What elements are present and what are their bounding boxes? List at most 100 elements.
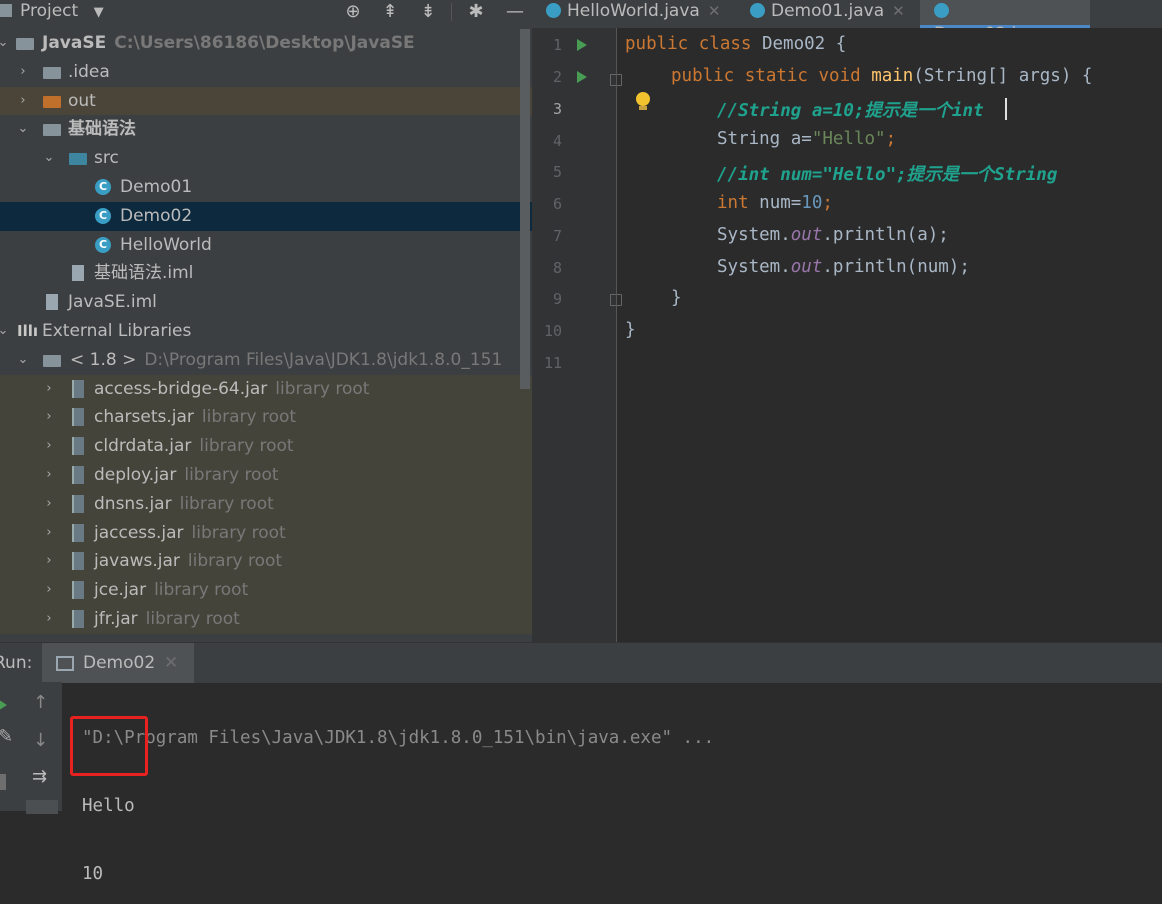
tab-demo01[interactable]: Demo01.java ✕ xyxy=(750,0,905,28)
tree-item-demo02[interactable]: C Demo02 xyxy=(0,201,532,231)
java-class-icon: C xyxy=(95,207,111,224)
tree-item-hint: library root xyxy=(275,378,370,399)
static-field: out xyxy=(790,225,823,245)
chevron-right-icon[interactable]: › xyxy=(42,605,56,634)
tree-item-jdk[interactable]: ⌄ < 1.8 > D:\Program Files\Java\JDK1.8\jd… xyxy=(0,346,532,375)
tree-item-out[interactable]: › out xyxy=(0,86,532,116)
jar-icon xyxy=(72,523,84,542)
tree-item-external-libraries[interactable]: ⌄ Illı External Libraries xyxy=(0,317,532,346)
tree-item-label: jaccess.jar xyxy=(94,522,184,543)
code-text: num= xyxy=(759,193,802,213)
tree-item-idea[interactable]: › .idea xyxy=(0,58,532,87)
tab-helloworld[interactable]: HelloWorld.java ✕ xyxy=(546,0,720,28)
close-icon[interactable]: ✕ xyxy=(708,2,721,20)
tree-item-jar[interactable]: › access-bridge-64.jar library root xyxy=(0,374,532,404)
print-icon[interactable] xyxy=(26,800,58,814)
chevron-right-icon[interactable]: › xyxy=(42,403,56,432)
tab-demo02[interactable]: Demo02.java✕ xyxy=(920,0,1090,44)
chevron-right-icon[interactable]: › xyxy=(42,490,56,519)
tab-run-demo02[interactable]: Demo02 ✕ xyxy=(42,643,194,683)
chevron-right-icon[interactable]: › xyxy=(42,576,56,605)
gear-icon[interactable]: ✱ xyxy=(464,0,488,24)
rerun-icon[interactable] xyxy=(0,698,7,712)
chevron-right-icon[interactable]: › xyxy=(16,87,30,116)
tree-item-src[interactable]: ⌄ src xyxy=(0,144,532,173)
chevron-down-icon[interactable]: ⌄ xyxy=(16,115,30,144)
tree-item-javase-iml[interactable]: JavaSE.iml xyxy=(0,288,532,317)
jar-icon xyxy=(72,408,84,427)
tree-item-label: jfr.jar xyxy=(94,608,138,629)
tree-item-label: src xyxy=(94,148,119,169)
gutter: 1 2 3 4 5 6 7 8 9 10 11 xyxy=(532,28,622,642)
code-text: System. xyxy=(717,257,791,277)
chevron-right-icon[interactable]: › xyxy=(16,58,30,87)
tab-label: Demo01.java xyxy=(771,1,885,21)
tree-item-demo01[interactable]: C Demo01 xyxy=(0,173,532,202)
code-text: (String[] args) { xyxy=(913,66,1093,86)
chevron-right-icon[interactable]: › xyxy=(42,375,56,404)
tree-item-hint: library root xyxy=(191,522,286,543)
tree-item-hint: library root xyxy=(201,407,297,428)
chevron-right-icon[interactable]: › xyxy=(42,461,56,490)
tree-item-label: cldrdata.jar xyxy=(94,436,192,457)
chevron-right-icon[interactable]: › xyxy=(42,432,56,461)
chevron-right-icon[interactable]: › xyxy=(42,547,56,576)
chevron-down-icon[interactable]: ⌄ xyxy=(42,144,56,173)
tree-item-jar[interactable]: › dnsns.jar library root xyxy=(0,489,532,519)
crosshair-icon[interactable]: ⊕ xyxy=(341,0,365,24)
jar-icon xyxy=(72,465,84,484)
project-header: Project ▼ ⊕ ⇞ ⇟ ✱ — xyxy=(0,0,532,26)
tree-item-jar[interactable]: › deploy.jar library root xyxy=(0,460,532,490)
tree-item-jar[interactable]: › charsets.jar library root xyxy=(0,403,532,433)
line-number: 1 xyxy=(552,36,562,54)
code-text: String a= xyxy=(717,129,812,149)
java-class-icon: C xyxy=(95,236,111,253)
project-view-selector[interactable]: Project ▼ xyxy=(0,0,104,26)
close-icon[interactable]: ✕ xyxy=(892,2,905,20)
tree-item-javase[interactable]: ⌄ JavaSE C:\Users\86186\Desktop\JavaSE xyxy=(0,29,532,58)
semicolon: ; xyxy=(822,193,833,213)
tree-item-jichuyufa[interactable]: ⌄ 基础语法 xyxy=(0,115,532,144)
soft-wrap-icon[interactable]: ⇉ xyxy=(32,766,47,787)
code-editor[interactable]: 1 2 3 4 5 6 7 8 9 10 11 public class Dem… xyxy=(532,28,1162,642)
close-icon[interactable]: ✕ xyxy=(164,643,178,683)
tree-item-jichuyufa-iml[interactable]: 基础语法.iml xyxy=(0,259,532,288)
jar-icon xyxy=(72,437,84,456)
console-output[interactable]: "D:\Program Files\Java\JDK1.8\jdk1.8.0_1… xyxy=(82,688,714,904)
code-line-4: String a="Hello"; xyxy=(717,129,896,149)
tree-item-helloworld[interactable]: C HelloWorld xyxy=(0,231,532,260)
chevron-down-icon[interactable]: ⌄ xyxy=(0,29,10,58)
minimize-icon[interactable]: — xyxy=(503,0,527,24)
tree-item-jar[interactable]: › jfr.jar library root xyxy=(0,604,532,634)
tree-item-jar[interactable]: › cldrdata.jar library root xyxy=(0,432,532,461)
collapse-all-icon[interactable]: ⇟ xyxy=(416,0,440,24)
tree-item-label: JavaSE.iml xyxy=(68,292,157,313)
code-line-5: //int num="Hello";提示是一个String xyxy=(717,165,1058,185)
arrow-up-icon[interactable]: ↑ xyxy=(33,692,48,713)
run-main-icon[interactable] xyxy=(577,71,587,83)
chevron-down-icon[interactable]: ⌄ xyxy=(0,317,10,346)
wrench-icon[interactable]: ✎ xyxy=(0,726,13,747)
arrow-down-icon[interactable]: ↓ xyxy=(33,730,48,751)
project-panel: Project ▼ ⊕ ⇞ ⇟ ✱ — ⌄ JavaSE C:\Users\861… xyxy=(0,0,532,642)
tree-item-hint: library root xyxy=(199,436,294,457)
java-class-icon xyxy=(750,3,765,18)
tree-item-label: charsets.jar xyxy=(94,407,194,428)
run-class-icon[interactable] xyxy=(577,39,587,51)
project-title: Project xyxy=(20,1,79,21)
lightbulb-base xyxy=(639,106,647,110)
tree-item-hint: library root xyxy=(154,580,249,601)
stop-icon[interactable] xyxy=(0,774,6,790)
jar-icon xyxy=(72,609,84,628)
lightbulb-icon[interactable] xyxy=(636,92,650,106)
project-scrollbar[interactable] xyxy=(520,29,530,389)
expand-all-icon[interactable]: ⇞ xyxy=(378,0,402,24)
chevron-down-icon[interactable]: ⌄ xyxy=(16,346,30,375)
tree-item-jar[interactable]: › jce.jar library root xyxy=(0,576,532,605)
chevron-right-icon[interactable]: › xyxy=(42,519,56,548)
tree-item-hint: library root xyxy=(184,464,279,485)
tree-item-label: jce.jar xyxy=(94,580,147,601)
tree-item-jar[interactable]: › javaws.jar library root xyxy=(0,547,532,577)
tree-item-jar[interactable]: › jaccess.jar library root xyxy=(0,518,532,548)
line-number: 10 xyxy=(543,322,562,340)
